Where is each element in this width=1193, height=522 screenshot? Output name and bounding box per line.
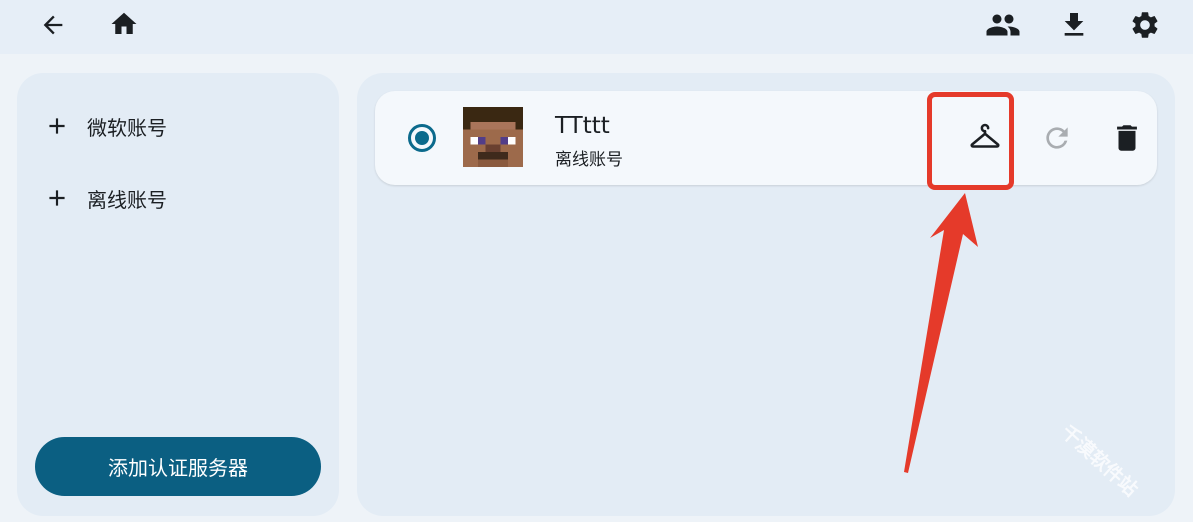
refresh-button[interactable]: [1033, 114, 1081, 162]
refresh-icon: [1046, 127, 1068, 149]
arrow-left-icon: [43, 15, 63, 35]
add-auth-server-button[interactable]: 添加认证服务器: [35, 437, 321, 496]
plus-icon: [44, 185, 70, 211]
change-skin-button[interactable]: [961, 114, 1009, 162]
account-type: 离线账号: [555, 150, 623, 170]
accounts-button[interactable]: [983, 5, 1023, 45]
home-icon: [111, 12, 137, 34]
account-name: TTttt: [555, 113, 610, 139]
account-select-radio[interactable]: [407, 123, 437, 153]
sidebar-item-offline-account[interactable]: 离线账号: [44, 178, 167, 218]
people-icon: [986, 14, 1020, 36]
hanger-icon: [970, 123, 1000, 148]
download-icon: [1064, 13, 1084, 36]
account-type-panel: 微软账号 离线账号 添加认证服务器: [17, 73, 339, 516]
download-button[interactable]: [1054, 5, 1094, 45]
sidebar-item-microsoft-account[interactable]: 微软账号: [44, 106, 167, 146]
top-app-bar: [0, 0, 1193, 54]
sidebar-item-label: 离线账号: [87, 187, 167, 212]
settings-button[interactable]: [1125, 5, 1165, 45]
account-list-panel: TTttt 离线账号: [357, 73, 1175, 516]
gear-icon: [1132, 12, 1158, 38]
home-button[interactable]: [104, 4, 144, 44]
plus-icon: [44, 113, 70, 139]
avatar: [463, 107, 523, 167]
trash-icon: [1117, 125, 1137, 151]
sidebar-item-label: 微软账号: [87, 115, 167, 140]
back-button[interactable]: [33, 5, 73, 45]
delete-button[interactable]: [1103, 114, 1151, 162]
account-card[interactable]: TTttt 离线账号: [375, 91, 1157, 185]
